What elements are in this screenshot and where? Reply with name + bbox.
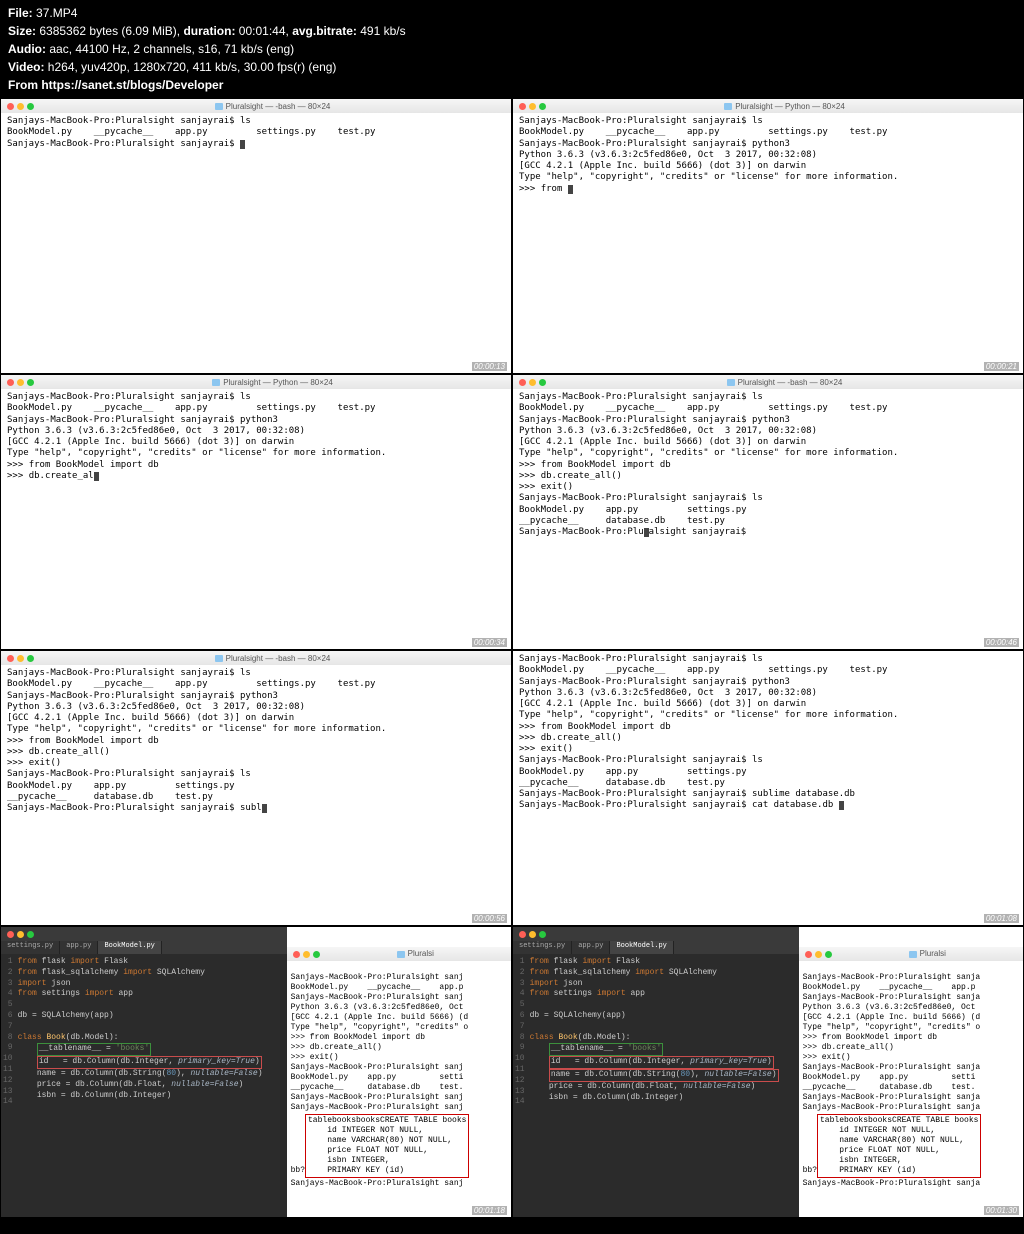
tab-bookmodel[interactable]: BookModel.py	[98, 941, 161, 954]
terminal-output[interactable]: Sanjays-MacBook-Pro:Pluralsight sanjayra…	[513, 651, 1023, 925]
editor-tabs: settings.py app.py BookModel.py	[1, 941, 287, 954]
tab-settings[interactable]: settings.py	[1, 941, 60, 954]
terminal-output[interactable]: Sanjays-MacBook-Pro:Pluralsight sanjayra…	[1, 389, 511, 649]
timestamp: 00:00:13	[472, 362, 507, 371]
frame-1: Pluralsight — -bash — 80×24 Sanjays-MacB…	[0, 98, 512, 374]
tab-app[interactable]: app.py	[60, 941, 98, 954]
folder-icon	[215, 103, 223, 110]
frame-6: Sanjays-MacBook-Pro:Pluralsight sanjayra…	[512, 650, 1024, 926]
frame-4: Pluralsight — -bash — 80×24 Sanjays-MacB…	[512, 374, 1024, 650]
maximize-icon[interactable]	[27, 103, 34, 110]
titlebar: Pluralsight — -bash — 80×24	[1, 99, 511, 113]
frame-5: Pluralsight — -bash — 80×24 Sanjays-MacB…	[0, 650, 512, 926]
terminal-right[interactable]: Pluralsi Sanjays-MacBook-Pro:Pluralsight…	[799, 927, 1023, 1217]
code-editor[interactable]: settings.py app.py BookModel.py 1 2 3 4 …	[1, 927, 287, 1217]
code-editor[interactable]: settings.py app.py BookModel.py 1 2 3 4 …	[513, 927, 799, 1217]
frame-7: settings.py app.py BookModel.py 1 2 3 4 …	[0, 926, 512, 1218]
terminal-output[interactable]: Sanjays-MacBook-Pro:Pluralsight sanjayra…	[513, 389, 1023, 649]
terminal-output[interactable]: Sanjays-MacBook-Pro:Pluralsight sanjayra…	[1, 665, 511, 925]
terminal-output[interactable]: Sanjays-MacBook-Pro:Pluralsight sanjayra…	[513, 113, 1023, 373]
titlebar: Pluralsight — Python — 80×24	[513, 99, 1023, 113]
file-info-header: File: 37.MP4 Size: 6385362 bytes (6.09 M…	[0, 0, 1024, 98]
minimize-icon[interactable]	[17, 103, 24, 110]
code-content[interactable]: from flask import Flask from flask_sqlal…	[18, 957, 263, 1108]
terminal-right[interactable]: Pluralsi Sanjays-MacBook-Pro:Pluralsight…	[287, 927, 511, 1217]
terminal-output[interactable]: Sanjays-MacBook-Pro:Pluralsight sanjayra…	[1, 113, 511, 373]
close-icon[interactable]	[7, 103, 14, 110]
frame-2: Pluralsight — Python — 80×24 Sanjays-Mac…	[512, 98, 1024, 374]
frame-3: Pluralsight — Python — 80×24 Sanjays-Mac…	[0, 374, 512, 650]
line-numbers: 1 2 3 4 5 6 7 8 9 10 11 12 13 14	[3, 957, 18, 1108]
frame-8: settings.py app.py BookModel.py 1 2 3 4 …	[512, 926, 1024, 1218]
